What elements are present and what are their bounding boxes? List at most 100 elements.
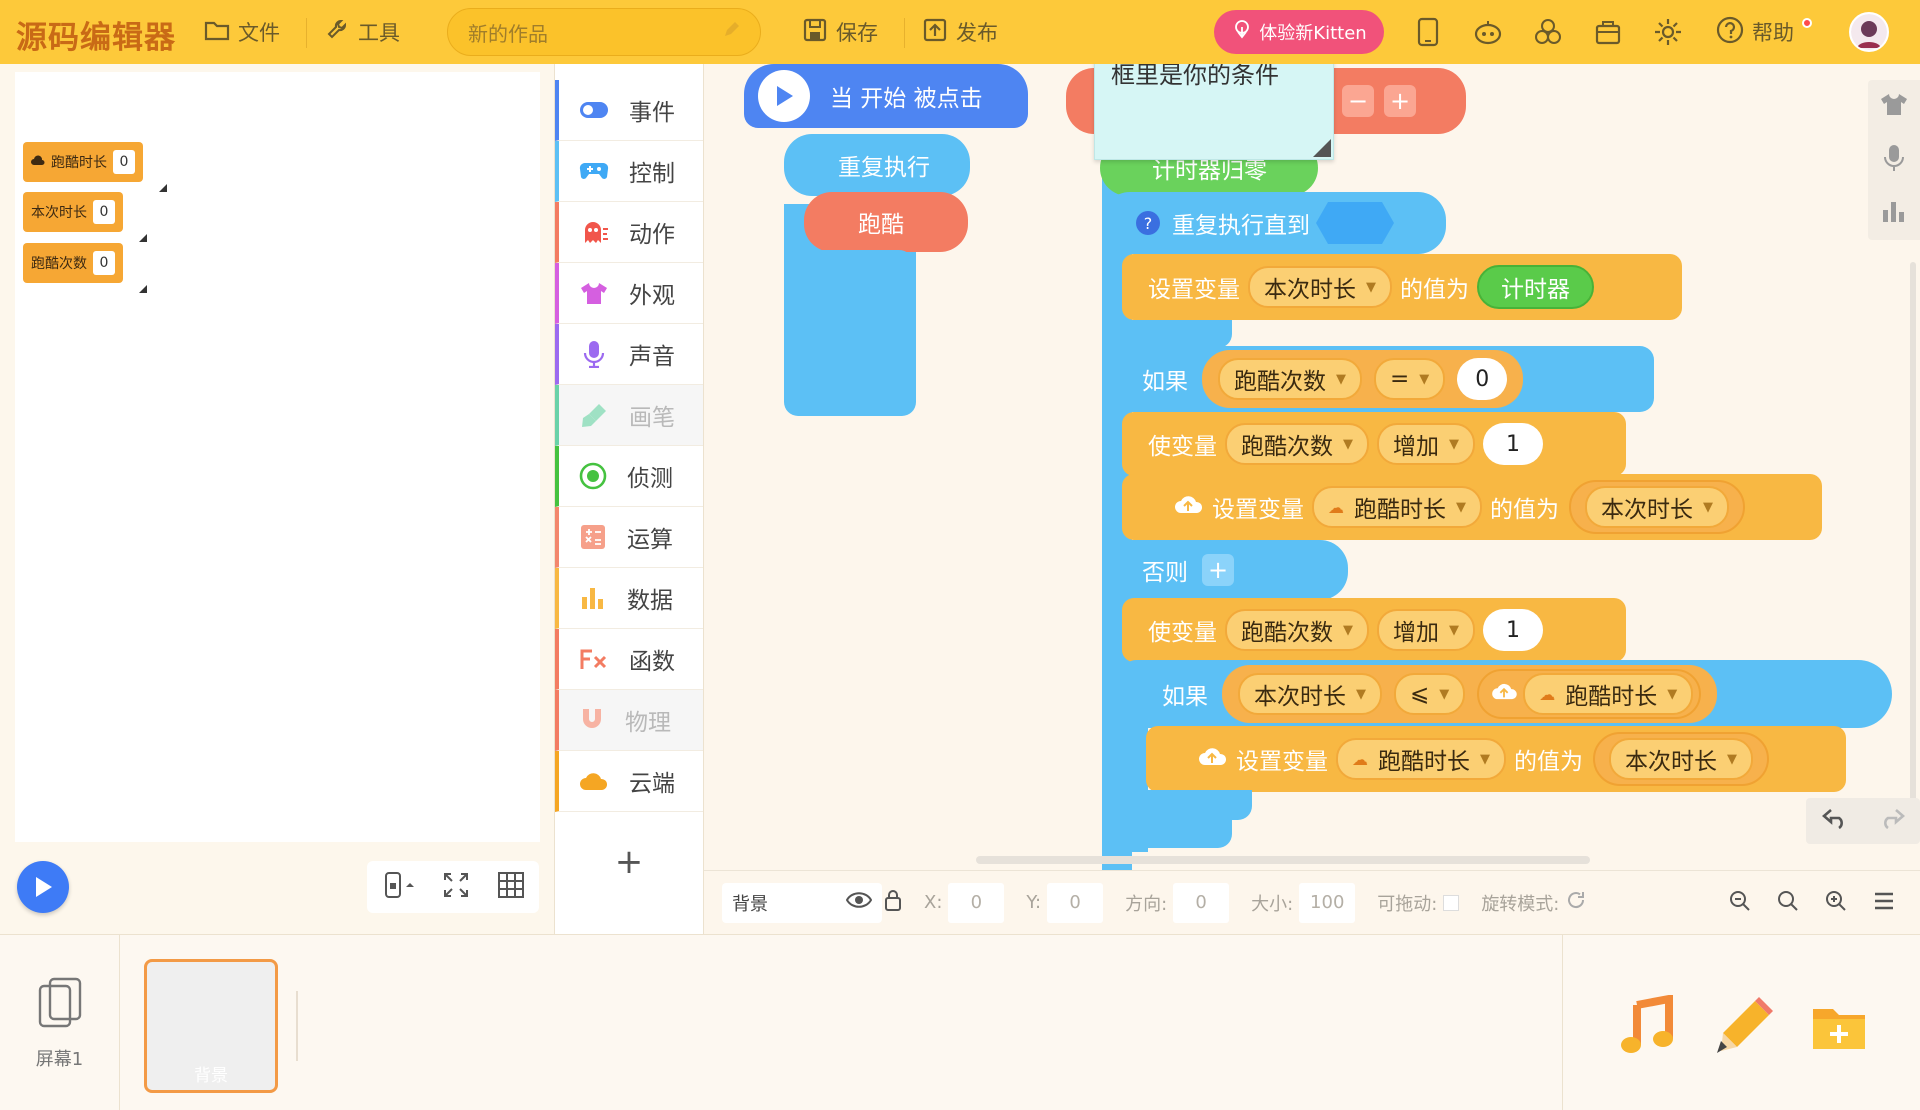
- number-input[interactable]: 1: [1483, 609, 1543, 651]
- grid-icon[interactable]: [497, 871, 525, 903]
- cloud-reporter[interactable]: ☁ 跑酷时长 ▼: [1477, 669, 1702, 719]
- remove-param-button[interactable]: −: [1342, 85, 1374, 117]
- category-looks[interactable]: 外观: [555, 263, 703, 324]
- variable-monitor-run-count[interactable]: 跑酷次数 0: [23, 243, 123, 283]
- run-button[interactable]: [17, 861, 69, 913]
- file-menu[interactable]: 文件: [204, 0, 280, 64]
- condition-slot[interactable]: [1314, 196, 1396, 250]
- extensions-icon[interactable]: [1532, 16, 1564, 48]
- if-else-block[interactable]: 如果 跑酷次数 ▼ = ▼ 0: [1102, 346, 1654, 412]
- timer-reporter[interactable]: 计时器: [1477, 265, 1594, 309]
- size-input[interactable]: 100: [1299, 882, 1356, 923]
- set-variable-block[interactable]: 设置变量 本次时长 ▼ 的值为 计时器: [1122, 254, 1682, 320]
- increase-dropdown[interactable]: 增加 ▼: [1377, 609, 1475, 651]
- zoom-in-icon[interactable]: [1818, 883, 1854, 919]
- cloud-set-variable-block[interactable]: 设置变量 ☁ 跑酷时长 ▼ 的值为 本次时长 ▼: [1146, 726, 1846, 792]
- cloud-set-variable-block[interactable]: 设置变量 ☁ 跑酷时长 ▼ 的值为 本次时长 ▼: [1122, 474, 1822, 540]
- workspace-horizontal-scrollbar[interactable]: [976, 856, 1590, 864]
- x-input[interactable]: 0: [948, 882, 1005, 923]
- parkour-call-block[interactable]: 跑酷: [804, 192, 968, 252]
- resize-handle[interactable]: [139, 234, 147, 242]
- help-question-icon[interactable]: ?: [1136, 211, 1160, 235]
- save-button[interactable]: 保存: [802, 0, 878, 64]
- operator-dropdown[interactable]: = ▼: [1374, 358, 1446, 400]
- cloud-variable-dropdown[interactable]: ☁ 跑酷时长 ▼: [1336, 738, 1506, 780]
- redo-icon[interactable]: [1878, 806, 1906, 836]
- comment-resize-handle[interactable]: [1313, 139, 1331, 157]
- cloud-variable-dropdown[interactable]: ☁ 跑酷时长 ▼: [1312, 486, 1482, 528]
- pencil-draw-icon[interactable]: [1711, 995, 1775, 1059]
- device-preview-icon[interactable]: [1412, 16, 1444, 48]
- undo-icon[interactable]: [1821, 806, 1849, 836]
- tools-menu[interactable]: 工具: [326, 0, 400, 64]
- repeat-forever-block[interactable]: 重复执行: [784, 134, 970, 196]
- user-avatar[interactable]: [1849, 12, 1889, 52]
- cloud-variable-dropdown[interactable]: ☁ 跑酷时长 ▼: [1523, 673, 1694, 715]
- variable-dropdown[interactable]: 跑酷次数 ▼: [1218, 358, 1362, 400]
- y-input[interactable]: 0: [1047, 882, 1104, 923]
- variable-monitor-this-time[interactable]: 本次时长 0: [23, 192, 123, 232]
- category-pen[interactable]: 画笔: [555, 385, 703, 446]
- variable-dropdown[interactable]: 跑酷次数 ▼: [1225, 423, 1369, 465]
- category-sound[interactable]: 声音: [555, 324, 703, 385]
- category-events[interactable]: 事件: [555, 80, 703, 141]
- category-data[interactable]: 数据: [555, 568, 703, 629]
- category-sensing[interactable]: 侦测: [555, 446, 703, 507]
- number-input[interactable]: 1: [1483, 423, 1543, 465]
- nested-if-block[interactable]: 如果 本次时长 ▼ ⩽ ▼ ☁ 跑酷时长 ▼: [1122, 660, 1892, 728]
- microphone-icon[interactable]: [1881, 144, 1907, 176]
- change-variable-block[interactable]: 使变量 跑酷次数 ▼ 增加 ▼ 1: [1122, 598, 1626, 662]
- direction-input[interactable]: 0: [1173, 882, 1230, 923]
- operator-dropdown[interactable]: ⩽ ▼: [1394, 673, 1466, 715]
- increase-dropdown[interactable]: 增加 ▼: [1377, 423, 1475, 465]
- variable-monitor-best-time[interactable]: 跑酷时长 0: [23, 142, 143, 182]
- workspace-vertical-scrollbar[interactable]: [1910, 262, 1916, 802]
- menu-icon[interactable]: [1866, 883, 1902, 919]
- zoom-out-icon[interactable]: [1722, 883, 1758, 919]
- shirt-icon[interactable]: [1879, 92, 1909, 120]
- help-button[interactable]: 帮助: [1716, 0, 1794, 64]
- draggable-checkbox[interactable]: [1443, 894, 1460, 911]
- resize-handle[interactable]: [159, 184, 167, 192]
- variable-dropdown[interactable]: 本次时长 ▼: [1248, 266, 1392, 308]
- project-title-input[interactable]: 新的作品: [447, 8, 761, 56]
- change-variable-block[interactable]: 使变量 跑酷次数 ▼ 增加 ▼ 1: [1122, 412, 1626, 476]
- zoom-reset-icon[interactable]: [1770, 883, 1806, 919]
- lock-icon[interactable]: [884, 889, 902, 916]
- add-param-button[interactable]: +: [1384, 85, 1416, 117]
- category-control[interactable]: 控制: [555, 141, 703, 202]
- publish-button[interactable]: 发布: [922, 0, 998, 64]
- toolbox-icon[interactable]: [1592, 16, 1624, 48]
- settings-gear-icon[interactable]: [1652, 16, 1684, 48]
- category-physics[interactable]: 物理: [555, 690, 703, 751]
- comment-note[interactable]: 框里是你的条件: [1094, 64, 1334, 160]
- category-operators[interactable]: 运算: [555, 507, 703, 568]
- music-note-icon[interactable]: [1615, 994, 1679, 1059]
- equals-condition[interactable]: 跑酷次数 ▼ = ▼ 0: [1202, 350, 1524, 408]
- device-orientation-icon[interactable]: [381, 871, 415, 903]
- try-kitten-button[interactable]: 体验新Kitten: [1214, 10, 1384, 54]
- resize-handle[interactable]: [139, 285, 147, 293]
- category-functions[interactable]: 函数: [555, 629, 703, 690]
- stage-canvas[interactable]: 跑酷时长 0 本次时长 0 跑酷次数 0: [15, 72, 540, 842]
- add-extension-button[interactable]: +: [555, 837, 703, 887]
- variable-dropdown[interactable]: 跑酷次数 ▼: [1225, 609, 1369, 651]
- add-branch-button[interactable]: +: [1202, 554, 1234, 586]
- variable-reporter[interactable]: 本次时长 ▼: [1609, 738, 1753, 780]
- variable-reporter[interactable]: 本次时长 ▼: [1585, 486, 1729, 528]
- robot-icon[interactable]: [1472, 16, 1504, 48]
- category-cloud[interactable]: 云端: [555, 751, 703, 812]
- variable-dropdown[interactable]: 本次时长 ▼: [1238, 673, 1382, 715]
- background-thumbnail[interactable]: 背景: [144, 959, 278, 1093]
- add-folder-icon[interactable]: [1807, 995, 1871, 1059]
- eye-icon[interactable]: [845, 891, 873, 914]
- screen-tab[interactable]: 屏幕1: [0, 935, 120, 1110]
- code-workspace[interactable]: 重复执行 跑酷 当 开始 被点击 − + 计时器归零 ? 重复执行直到 设置变量…: [704, 64, 1920, 870]
- fullscreen-icon[interactable]: [442, 871, 470, 903]
- category-motion[interactable]: 动作: [555, 202, 703, 263]
- compare-condition[interactable]: 本次时长 ▼ ⩽ ▼ ☁ 跑酷时长 ▼: [1222, 665, 1718, 723]
- rotate-icon[interactable]: [1565, 889, 1587, 916]
- bar-chart-icon[interactable]: [1881, 200, 1907, 228]
- repeat-until-block[interactable]: ? 重复执行直到: [1102, 192, 1446, 254]
- number-input[interactable]: 0: [1457, 358, 1508, 400]
